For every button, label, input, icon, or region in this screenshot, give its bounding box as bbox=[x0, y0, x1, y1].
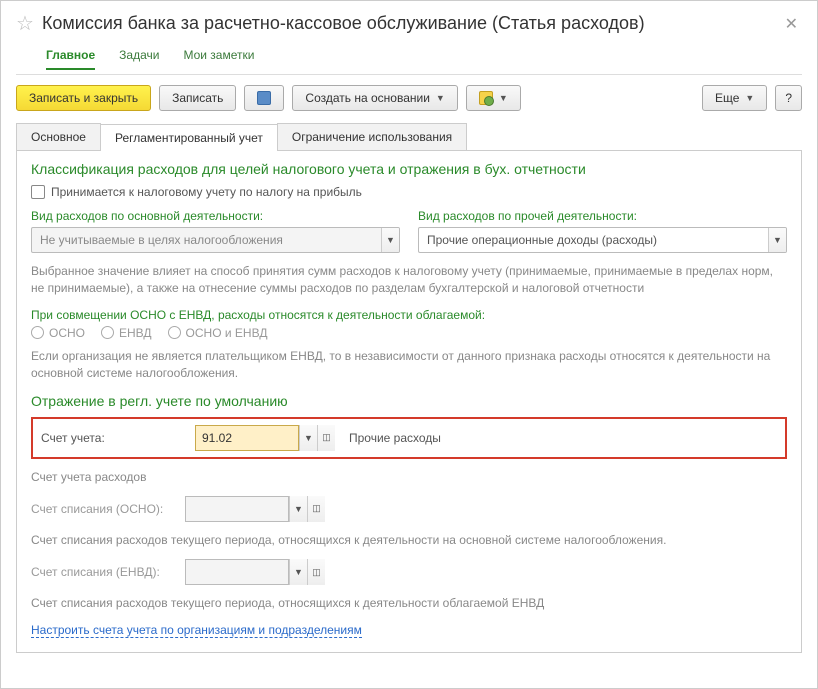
close-icon[interactable]: ✕ bbox=[781, 14, 802, 34]
chevron-down-icon[interactable]: ▼ bbox=[381, 228, 399, 252]
chevron-down-icon: ▼ bbox=[745, 93, 754, 103]
writeoff-osno-value bbox=[185, 496, 289, 522]
radio-osno-label: ОСНО bbox=[49, 326, 85, 340]
other-activity-value: Прочие операционные доходы (расходы) bbox=[419, 233, 768, 247]
account-highlight-box: Счет учета: 91.02 ▼ ◫ Прочие расходы bbox=[31, 417, 787, 459]
subtab-regulated[interactable]: Регламентированный учет bbox=[100, 124, 278, 151]
nav-tab-tasks[interactable]: Задачи bbox=[119, 48, 159, 70]
window-title: Комиссия банка за расчетно-кассовое обсл… bbox=[42, 13, 773, 34]
other-activity-select[interactable]: Прочие операционные доходы (расходы) ▼ bbox=[418, 227, 787, 253]
main-activity-label: Вид расходов по основной деятельности: bbox=[31, 209, 400, 223]
envd-help: Если организация не является плательщико… bbox=[31, 348, 787, 383]
writeoff-envd-label: Счет списания (ЕНВД): bbox=[31, 565, 171, 579]
classification-help: Выбранное значение влияет на способ прин… bbox=[31, 263, 787, 298]
document-button[interactable] bbox=[244, 85, 284, 111]
chevron-down-icon[interactable]: ▼ bbox=[289, 496, 307, 522]
account-value: 91.02 bbox=[195, 425, 299, 451]
subtab-restriction[interactable]: Ограничение использования bbox=[277, 123, 467, 150]
chevron-down-icon[interactable]: ▼ bbox=[768, 228, 786, 252]
subtab-basic[interactable]: Основное bbox=[16, 123, 101, 150]
radio-osno[interactable] bbox=[31, 326, 44, 339]
help-button[interactable]: ? bbox=[775, 85, 802, 111]
tax-accept-checkbox[interactable] bbox=[31, 185, 45, 199]
main-activity-value: Не учитываемые в целях налогообложения bbox=[32, 233, 381, 247]
save-button[interactable]: Записать bbox=[159, 85, 236, 111]
combined-osno-envd-label: При совмещении ОСНО с ЕНВД, расходы отно… bbox=[31, 308, 787, 322]
chevron-down-icon[interactable]: ▼ bbox=[299, 425, 317, 451]
chevron-down-icon: ▼ bbox=[436, 93, 445, 103]
writeoff-osno-input[interactable]: ▼ ◫ bbox=[185, 496, 325, 522]
default-accounting-title: Отражение в регл. учете по умолчанию bbox=[31, 393, 787, 409]
create-based-on-button[interactable]: Создать на основании▼ bbox=[292, 85, 457, 111]
nav-tab-notes[interactable]: Мои заметки bbox=[183, 48, 254, 70]
expense-account-help: Счет учета расходов bbox=[31, 469, 787, 486]
main-activity-select[interactable]: Не учитываемые в целях налогообложения ▼ bbox=[31, 227, 400, 253]
copy-action-button[interactable]: ▼ bbox=[466, 85, 521, 111]
open-dialog-icon[interactable]: ◫ bbox=[317, 425, 335, 451]
copy-plus-icon bbox=[479, 91, 493, 105]
nav-tab-main[interactable]: Главное bbox=[46, 48, 95, 70]
writeoff-envd-input[interactable]: ▼ ◫ bbox=[185, 559, 325, 585]
other-activity-label: Вид расходов по прочей деятельности: bbox=[418, 209, 787, 223]
chevron-down-icon: ▼ bbox=[499, 93, 508, 103]
radio-both-label: ОСНО и ЕНВД bbox=[186, 326, 268, 340]
radio-envd[interactable] bbox=[101, 326, 114, 339]
favorite-star-icon[interactable]: ☆ bbox=[16, 11, 34, 36]
account-input[interactable]: 91.02 ▼ ◫ bbox=[195, 425, 335, 451]
configure-accounts-link[interactable]: Настроить счета учета по организациям и … bbox=[31, 623, 362, 638]
writeoff-osno-help: Счет списания расходов текущего периода,… bbox=[31, 532, 787, 549]
writeoff-osno-label: Счет списания (ОСНО): bbox=[31, 502, 171, 516]
more-button[interactable]: Еще▼ bbox=[702, 85, 767, 111]
document-icon bbox=[257, 91, 271, 105]
tax-accept-label: Принимается к налоговому учету по налогу… bbox=[51, 185, 362, 199]
open-dialog-icon[interactable]: ◫ bbox=[307, 559, 325, 585]
account-label: Счет учета: bbox=[41, 431, 181, 445]
chevron-down-icon[interactable]: ▼ bbox=[289, 559, 307, 585]
classification-section-title: Классификация расходов для целей налогов… bbox=[31, 161, 787, 177]
account-description: Прочие расходы bbox=[349, 431, 441, 445]
save-and-close-button[interactable]: Записать и закрыть bbox=[16, 85, 151, 111]
writeoff-envd-value bbox=[185, 559, 289, 585]
writeoff-envd-help: Счет списания расходов текущего периода,… bbox=[31, 595, 787, 612]
radio-both[interactable] bbox=[168, 326, 181, 339]
open-dialog-icon[interactable]: ◫ bbox=[307, 496, 325, 522]
radio-envd-label: ЕНВД bbox=[119, 326, 152, 340]
